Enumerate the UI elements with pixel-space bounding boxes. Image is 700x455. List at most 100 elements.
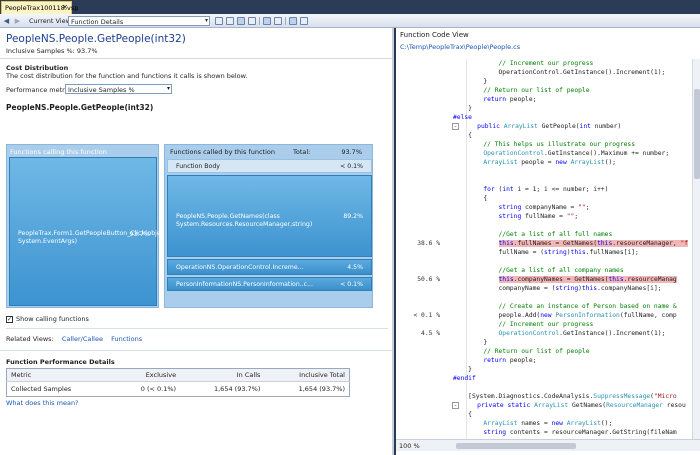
performance-metric-dropdown[interactable]: Inclusive Samples % ▾: [65, 84, 172, 94]
document-tab[interactable]: PeopleTrax100118.vsp ×: [1, 1, 78, 14]
code-line[interactable]: [System.Diagnostics.CodeAnalysis.Suppres…: [396, 392, 692, 401]
code-line[interactable]: }: [396, 104, 692, 113]
code-line[interactable]: fullName = (string)this.fullNames[i];: [396, 248, 692, 257]
code-line[interactable]: 4.5 % OperationControl.GetInstance().Inc…: [396, 329, 692, 338]
export-icon[interactable]: [215, 17, 223, 25]
callee-block[interactable]: Function Body < 0.1%: [167, 159, 372, 173]
code-line[interactable]: #endif: [396, 374, 692, 383]
filter-icon[interactable]: [248, 17, 256, 25]
noise-reduction-icon[interactable]: [274, 17, 282, 25]
caller-block[interactable]: PeopleTrax.Form1.GetPeopleButton_Click(o…: [9, 157, 184, 306]
code-line[interactable]: // Increment our progress: [396, 320, 692, 329]
code-line[interactable]: [396, 221, 692, 230]
back-arrow-icon[interactable]: ◀: [2, 17, 11, 25]
source-file-link[interactable]: C:\Temp\PeopleTrax\People\People.cs: [400, 43, 520, 51]
horizontal-scrollbar-thumb[interactable]: [456, 443, 576, 449]
show-calling-functions[interactable]: ✓ Show calling functions: [6, 315, 89, 323]
code-line[interactable]: #else: [396, 113, 692, 122]
related-views-label: Related Views:: [6, 335, 54, 343]
code-line[interactable]: [396, 257, 692, 266]
code-line[interactable]: [396, 176, 692, 185]
code-line[interactable]: for (int i = 1; i <= number; i++): [396, 185, 692, 194]
code-line[interactable]: // Increment our progress: [396, 59, 692, 68]
code-line[interactable]: ArrayList people = new ArrayList();: [396, 158, 692, 167]
code-text: OperationControl.GetInstance().Increment…: [498, 330, 666, 337]
options-icon[interactable]: [300, 17, 308, 25]
code-text: #endif: [453, 375, 476, 382]
code-line[interactable]: - public ArrayList GetPeople(int number): [396, 122, 692, 131]
code-text: OperationControl.GetInstance().Maximum +…: [483, 150, 670, 157]
close-icon[interactable]: ×: [62, 3, 68, 11]
code-text: this.companyNames = GetNames(this.resour…: [498, 276, 677, 283]
code-line[interactable]: string fullName = "";: [396, 212, 692, 221]
code-line[interactable]: //Get a list of all full names: [396, 230, 692, 239]
code-editor[interactable]: // Increment our progress OperationContr…: [396, 59, 692, 439]
toolbar: ◀ ▶ Current View: Function Details ▾: [0, 14, 700, 28]
show-just-my-code-icon[interactable]: [263, 17, 271, 25]
code-line[interactable]: companyName = (string)this.companyNames[…: [396, 284, 692, 293]
performance-details-table: Metric Exclusive In Calls Inclusive Tota…: [6, 368, 350, 397]
show-calling-checkbox[interactable]: ✓: [6, 315, 13, 323]
code-line[interactable]: // Create an instance of Person based on…: [396, 302, 692, 311]
caller-callee-link[interactable]: Caller/Callee: [62, 335, 103, 343]
code-line[interactable]: // This helps us illustrate our progress: [396, 140, 692, 149]
calling-functions-panel: Functions calling this function PeopleTr…: [6, 144, 184, 308]
table-cell: 0 (< 0.1%): [140, 385, 177, 393]
compare-icon[interactable]: [237, 17, 245, 25]
functions-link[interactable]: Functions: [111, 335, 142, 343]
code-line[interactable]: < 0.1 % people.Add(new PersonInformation…: [396, 311, 692, 320]
code-line[interactable]: ArrayList names = new ArrayList();: [396, 419, 692, 428]
code-line[interactable]: OperationControl.GetInstance().Maximum +…: [396, 149, 692, 158]
code-line[interactable]: OperationControl.GetInstance().Increment…: [396, 68, 692, 77]
zoom-level[interactable]: 100 %: [399, 442, 420, 450]
collapse-icon[interactable]: -: [452, 402, 459, 409]
code-line[interactable]: }: [396, 338, 692, 347]
code-text: for (int i = 1; i <= number; i++): [483, 186, 609, 193]
code-line[interactable]: {: [396, 410, 692, 419]
forward-arrow-icon[interactable]: ▶: [13, 17, 22, 25]
save-icon[interactable]: [226, 17, 234, 25]
what-does-this-mean-link[interactable]: What does this mean?: [6, 399, 79, 407]
code-text: string contents = resourceManager.GetStr…: [483, 429, 677, 436]
current-view-dropdown[interactable]: Function Details ▾: [68, 16, 210, 26]
code-line[interactable]: - private static ArrayList GetNames(Reso…: [396, 401, 692, 410]
table-row[interactable]: Collected Samples 0 (< 0.1%) 1,654 (93.7…: [7, 382, 350, 397]
report-icon[interactable]: [289, 17, 297, 25]
column-header[interactable]: Inclusive Total: [264, 368, 350, 382]
column-header[interactable]: In Calls: [180, 368, 265, 382]
code-line[interactable]: }: [396, 365, 692, 374]
vertical-scrollbar[interactable]: [692, 59, 700, 439]
code-line[interactable]: string companyName = "";: [396, 203, 692, 212]
total-label: Total:: [293, 148, 311, 156]
code-line[interactable]: }: [396, 77, 692, 86]
code-line[interactable]: return people;: [396, 95, 692, 104]
collapse-icon[interactable]: -: [452, 123, 459, 130]
code-line[interactable]: [396, 167, 692, 176]
code-line[interactable]: [396, 383, 692, 392]
column-header[interactable]: Metric: [6, 368, 113, 382]
inclusive-samples: Inclusive Samples %: 93.7%: [6, 47, 98, 55]
code-line[interactable]: {: [396, 131, 692, 140]
callee-block[interactable]: PersonInformationNS.PersonInformation..c…: [167, 277, 372, 291]
column-header[interactable]: Exclusive: [112, 368, 181, 382]
code-line[interactable]: //Get a list of all company names: [396, 266, 692, 275]
chevron-down-icon: ▾: [166, 85, 170, 92]
code-line[interactable]: 50.6 % this.companyNames = GetNames(this…: [396, 275, 692, 284]
code-line[interactable]: [396, 293, 692, 302]
code-line[interactable]: string contents = resourceManager.GetStr…: [396, 428, 692, 437]
code-line[interactable]: {: [396, 194, 692, 203]
callee-block[interactable]: OperationNS.OperationControl.Increme... …: [167, 259, 372, 275]
page-title: PeopleNS.People.GetPeople(int32): [6, 33, 186, 45]
code-line[interactable]: // Return our list of people: [396, 347, 692, 356]
code-line[interactable]: return people;: [396, 356, 692, 365]
performance-details-heading: Function Performance Details: [6, 358, 115, 366]
code-line[interactable]: 38.6 % this.fullNames = GetNames(this.re…: [396, 239, 692, 248]
code-line[interactable]: // Return our list of people: [396, 86, 692, 95]
callee-name: OperationNS.OperationControl.Increme...: [176, 264, 304, 271]
callee-pct: < 0.1%: [340, 163, 363, 170]
code-text: // Increment our progress: [498, 321, 594, 328]
scrollbar-thumb[interactable]: [694, 89, 700, 179]
line-sample-pct: 50.6 %: [417, 276, 440, 283]
callee-block[interactable]: PeopleNS.People.GetNames(class System.Re…: [167, 175, 372, 257]
code-text: {: [453, 195, 488, 202]
